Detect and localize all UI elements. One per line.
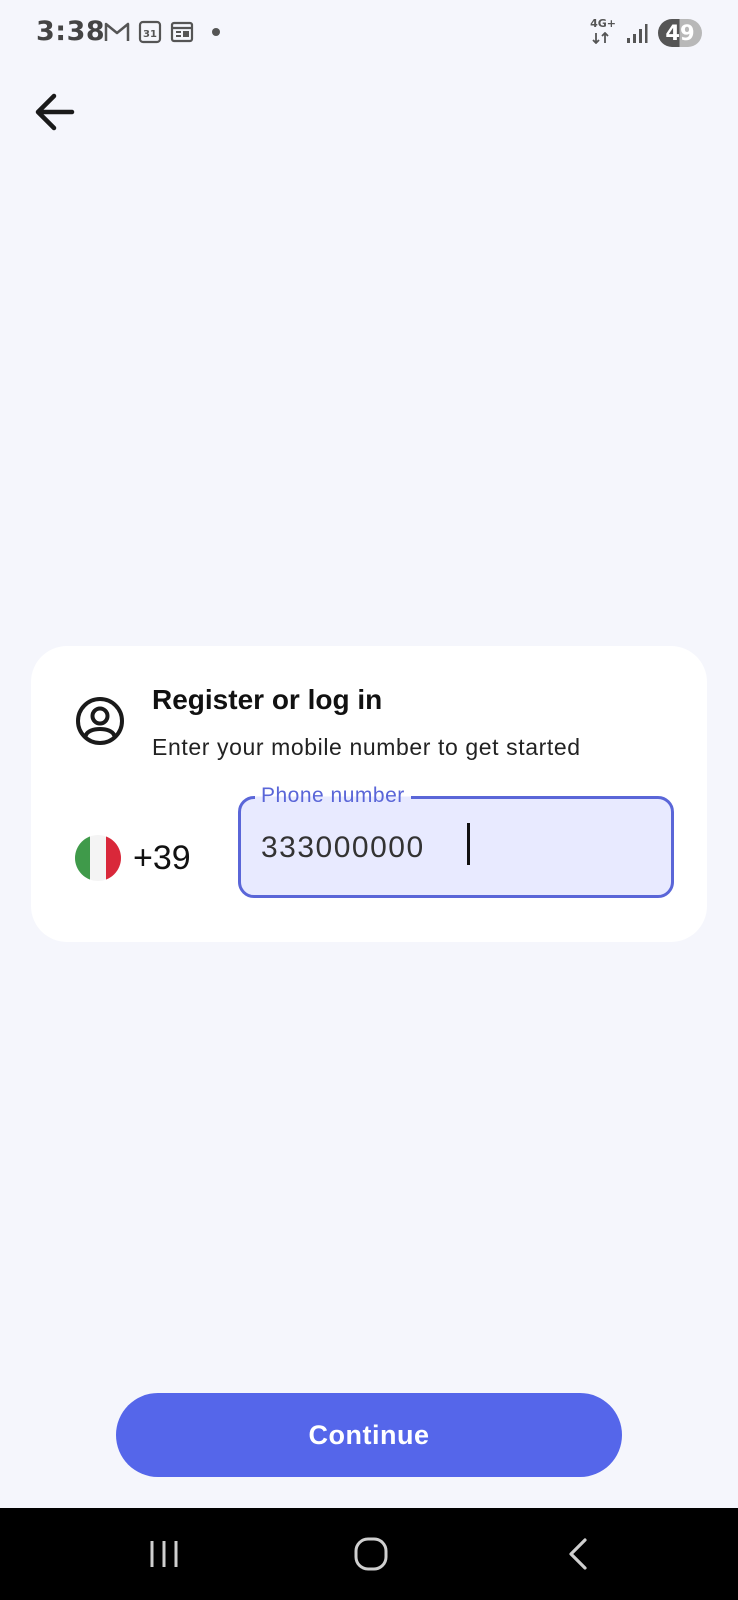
- calendar-icon: 31: [138, 20, 162, 44]
- data-arrows-icon: [592, 31, 609, 45]
- recents-button[interactable]: [134, 1526, 194, 1582]
- home-button[interactable]: [341, 1526, 401, 1582]
- network-type-label: 4G+: [590, 17, 616, 30]
- text-cursor: [467, 823, 470, 865]
- status-time: 3:38: [36, 16, 106, 47]
- navigation-bar: [0, 1508, 738, 1600]
- phone-number-field[interactable]: Phone number: [238, 783, 674, 898]
- recents-icon: [150, 1541, 178, 1567]
- phone-number-input[interactable]: [261, 823, 651, 873]
- home-icon: [354, 1537, 388, 1571]
- more-notifications-dot: [212, 28, 220, 36]
- country-code-selector[interactable]: +39: [75, 830, 191, 886]
- italy-flag-icon: [75, 835, 121, 881]
- news-icon: [170, 21, 194, 43]
- svg-text:31: 31: [143, 29, 157, 40]
- card-subtitle: Enter your mobile number to get started: [152, 734, 581, 760]
- system-back-button[interactable]: [548, 1526, 608, 1582]
- network-indicator: 4G+: [590, 18, 616, 48]
- signal-icon: [627, 24, 648, 43]
- card-title: Register or log in: [152, 684, 383, 715]
- login-card: Register or log in Enter your mobile num…: [31, 646, 707, 942]
- continue-button[interactable]: Continue: [116, 1393, 622, 1477]
- notification-icons: 31: [104, 20, 220, 44]
- system-icons: 4G+ 49: [590, 18, 702, 48]
- phone-number-label: Phone number: [255, 783, 411, 809]
- back-button[interactable]: [26, 84, 82, 140]
- back-nav-icon: [569, 1538, 587, 1570]
- user-circle-icon: [76, 697, 124, 745]
- status-bar: 3:38 31 4G+ 49: [0, 0, 738, 70]
- battery-indicator: 49: [658, 19, 702, 47]
- gmail-icon: [104, 22, 130, 41]
- arrow-left-icon: [35, 93, 75, 131]
- country-code: +39: [133, 838, 191, 877]
